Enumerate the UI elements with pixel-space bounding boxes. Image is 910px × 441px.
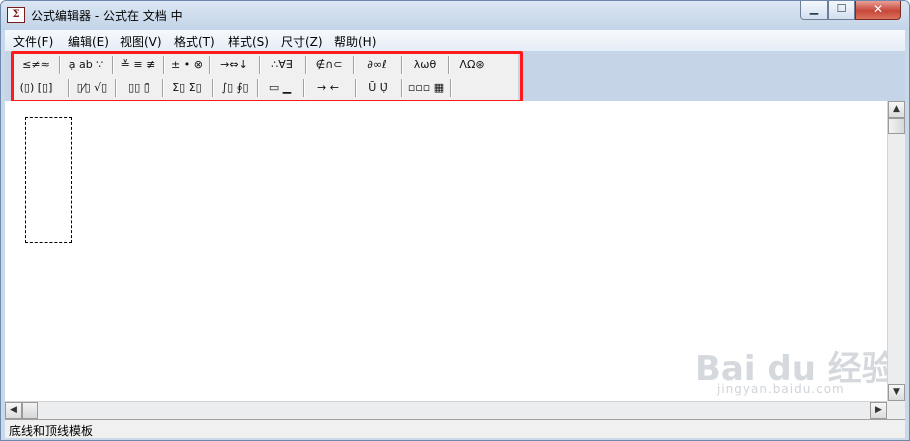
- equation-input-slot[interactable]: [25, 117, 72, 243]
- toolbar-area: ≤≠≈ ạ ab ∵ ≚ ≡ ≢ ± • ⊗ →⇔↓ ∴∀∃ ∉∩⊂ ∂∞ℓ λ…: [5, 51, 905, 103]
- window-title: 公式编辑器 - 公式在 文档 中: [31, 9, 183, 23]
- watermark-url: jingyan.baidu.com: [717, 382, 845, 396]
- menu-bar: 文件(F) 编辑(E) 视图(V) 格式(T) 样式(S) 尺寸(Z) 帮助(H…: [5, 30, 905, 51]
- scroll-left-icon[interactable]: ◀: [5, 402, 22, 419]
- scroll-down-icon[interactable]: ▼: [888, 384, 905, 401]
- title-bar[interactable]: Σ 公式编辑器 - 公式在 文档 中 ▁ ☐ ✕: [1, 1, 909, 30]
- scroll-right-icon[interactable]: ▶: [870, 402, 887, 419]
- horizontal-scrollbar[interactable]: ◀ ▶: [5, 401, 887, 419]
- maximize-button[interactable]: ☐: [828, 1, 855, 20]
- status-text: 底线和顶线模板: [9, 424, 94, 438]
- minimize-button[interactable]: ▁: [800, 1, 828, 20]
- menu-edit[interactable]: 编辑(E): [68, 33, 109, 50]
- close-button[interactable]: ✕: [855, 1, 901, 20]
- vertical-scroll-thumb[interactable]: [888, 118, 905, 134]
- toolbar-highlight-box: [11, 51, 523, 103]
- menu-size[interactable]: 尺寸(Z): [281, 33, 323, 50]
- menu-style[interactable]: 样式(S): [228, 33, 269, 50]
- status-bar: 底线和顶线模板: [5, 419, 905, 438]
- menu-file[interactable]: 文件(F): [13, 33, 53, 50]
- horizontal-scroll-thumb[interactable]: [22, 402, 38, 419]
- menu-help[interactable]: 帮助(H): [334, 33, 376, 50]
- scroll-up-icon[interactable]: ▲: [888, 101, 905, 118]
- app-icon[interactable]: Σ: [7, 7, 25, 23]
- menu-view[interactable]: 视图(V): [120, 33, 162, 50]
- scrollbar-corner: [887, 401, 905, 419]
- menu-format[interactable]: 格式(T): [174, 33, 215, 50]
- equation-editor-window: Σ 公式编辑器 - 公式在 文档 中 ▁ ☐ ✕ 文件(F) 编辑(E) 视图(…: [0, 0, 910, 441]
- equation-editing-area[interactable]: Bai du 经验 jingyan.baidu.com: [5, 101, 896, 401]
- vertical-scrollbar[interactable]: ▲ ▼: [887, 101, 905, 401]
